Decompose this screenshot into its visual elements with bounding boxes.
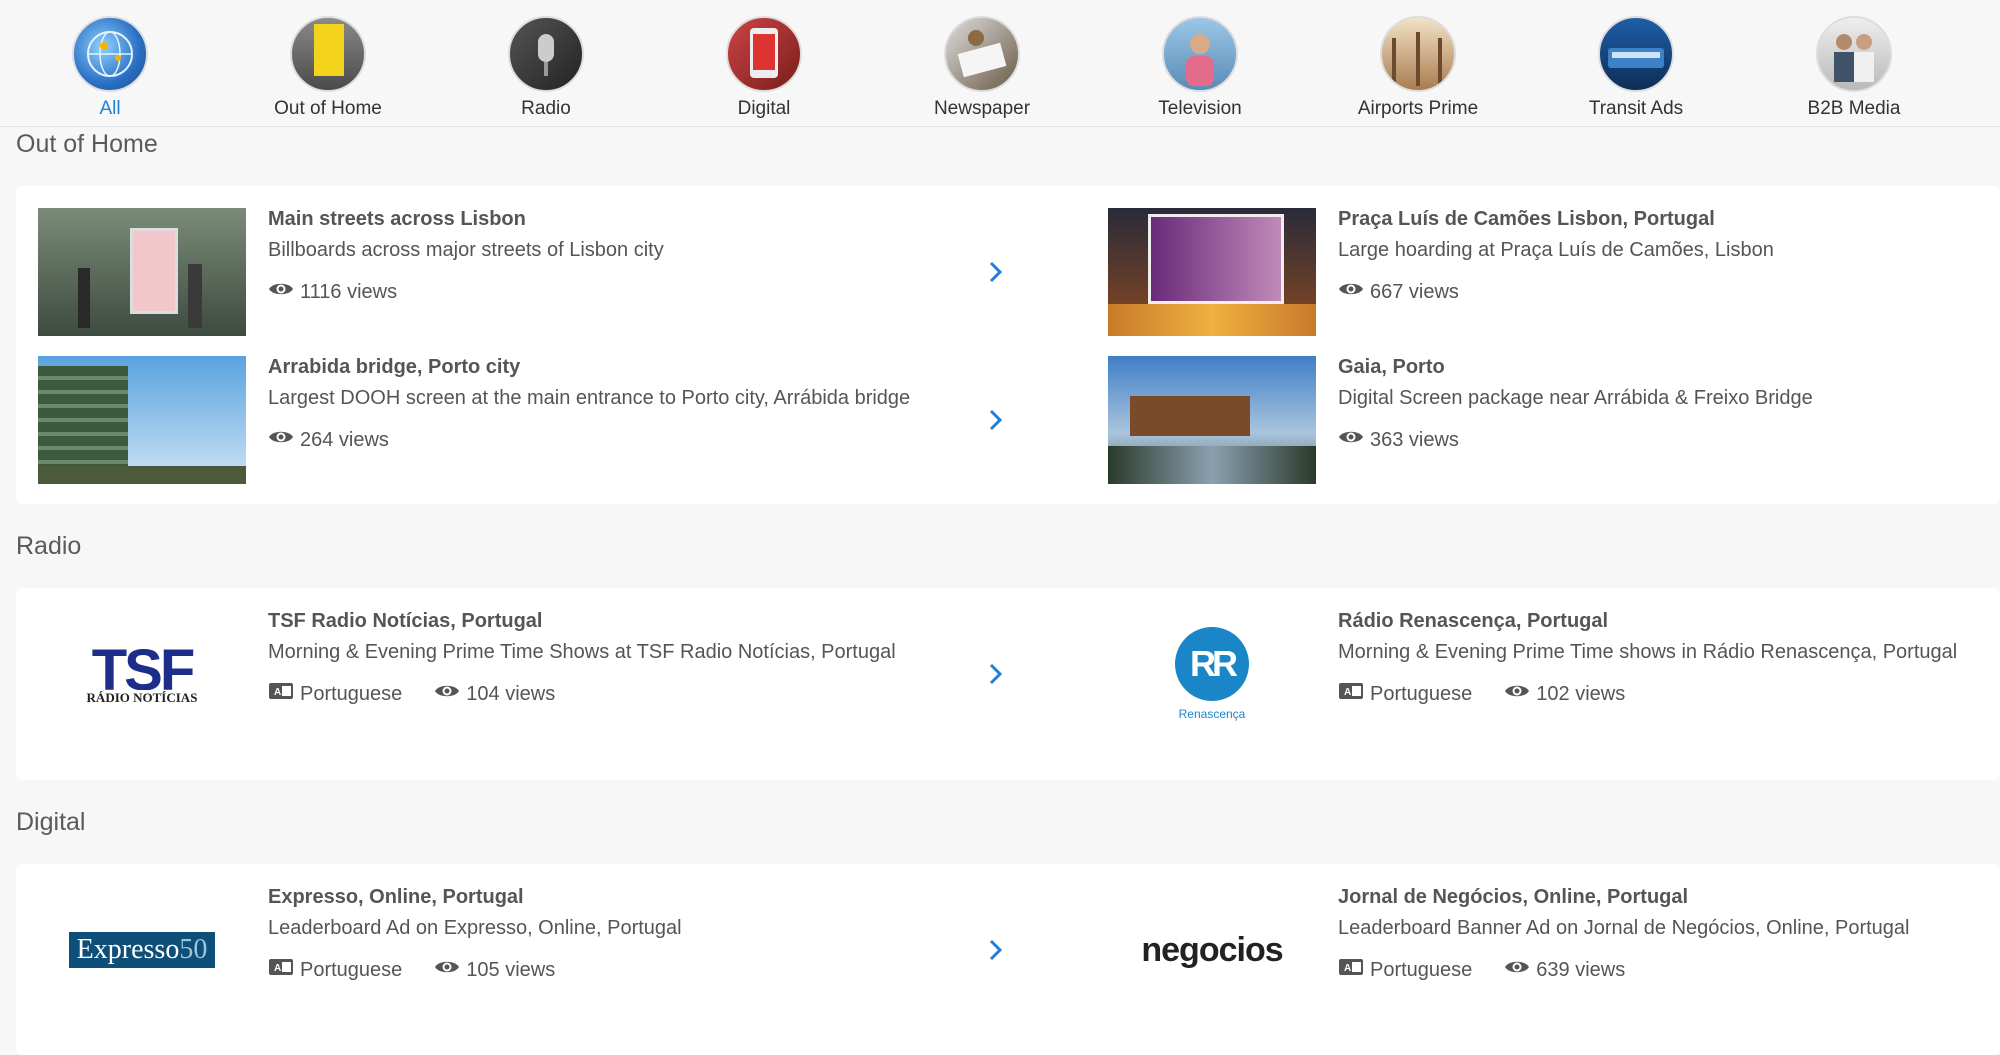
tv-icon (1162, 16, 1238, 92)
language-label: Portuguese (300, 958, 403, 981)
ooh-panel: Main streets across Lisbon Billboards ac… (16, 186, 2000, 504)
language-icon: A (1338, 958, 1364, 982)
category-bar: All Out of Home Radio Digital Newspaper … (0, 0, 2000, 127)
svg-text:A: A (274, 963, 281, 974)
listing-desc: Large hoarding at Praça Luís de Camões, … (1338, 239, 1774, 261)
list-item[interactable]: Main streets across Lisbon Billboards ac… (38, 208, 1078, 336)
list-item[interactable]: TSF RÁDIO NOTÍCIAS TSF Radio Notícias, P… (38, 610, 1078, 738)
negocios-logo: negocios (1141, 930, 1283, 969)
globe-icon (72, 16, 148, 92)
listing-title[interactable]: Praça Luís de Camões Lisbon, Portugal (1338, 208, 1774, 231)
view-count: 667 views (1370, 280, 1459, 303)
listing-title[interactable]: Jornal de Negócios, Online, Portugal (1338, 886, 1910, 909)
category-label: Digital (737, 98, 791, 119)
svg-text:A: A (274, 687, 281, 698)
svg-text:A: A (1344, 687, 1351, 698)
eye-icon (1338, 428, 1364, 452)
language-icon: A (268, 958, 294, 982)
svg-text:A: A (1344, 963, 1351, 974)
category-newspaper[interactable]: Newspaper (882, 16, 1082, 120)
eye-icon (434, 958, 460, 982)
category-radio[interactable]: Radio (446, 16, 646, 120)
section-title-radio: Radio (16, 532, 82, 560)
listing-desc: Leaderboard Banner Ad on Jornal de Negóc… (1338, 917, 1910, 939)
list-item[interactable]: Expresso 50 Expresso, Online, Portugal L… (38, 886, 1078, 1014)
category-label: Airports Prime (1357, 98, 1479, 119)
category-label: Transit Ads (1588, 98, 1684, 119)
listing-title[interactable]: TSF Radio Notícias, Portugal (268, 610, 896, 633)
phone-icon (726, 16, 802, 92)
listing-desc: Morning & Evening Prime Time Shows at TS… (268, 641, 896, 663)
category-b2b-media[interactable]: B2B Media (1754, 16, 1954, 120)
language-icon: A (1338, 682, 1364, 706)
section-title-digital: Digital (16, 808, 86, 836)
digital-panel: Expresso 50 Expresso, Online, Portugal L… (16, 864, 2000, 1055)
chevron-right-icon[interactable] (986, 936, 1006, 964)
list-item[interactable]: Gaia, Porto Digital Screen package near … (1108, 356, 1978, 484)
language-label: Portuguese (300, 682, 403, 705)
airport-icon (1380, 16, 1456, 92)
category-label: Radio (521, 98, 571, 119)
language-icon: A (268, 682, 294, 706)
eye-icon (1504, 682, 1530, 706)
expresso-logo: Expresso 50 (38, 886, 246, 1014)
eye-icon (1504, 958, 1530, 982)
chevron-right-icon[interactable] (986, 660, 1006, 688)
list-item[interactable]: Praça Luís de Camões Lisbon, Portugal La… (1108, 208, 1978, 336)
chevron-right-icon[interactable] (986, 258, 1006, 286)
view-count: 105 views (466, 958, 556, 981)
category-label: Out of Home (274, 98, 382, 119)
view-count: 102 views (1536, 682, 1626, 705)
b2b-icon (1816, 16, 1892, 92)
listing-image (1108, 356, 1316, 484)
category-label: Television (1158, 98, 1242, 119)
section-title-ooh: Out of Home (16, 130, 158, 158)
eye-icon (268, 280, 294, 304)
listing-desc: Largest DOOH screen at the main entrance… (268, 387, 911, 409)
eye-icon (434, 682, 460, 706)
listing-image (1108, 208, 1316, 336)
listing-title[interactable]: Expresso, Online, Portugal (268, 886, 682, 909)
category-label: Newspaper (933, 98, 1031, 119)
radio-panel: TSF RÁDIO NOTÍCIAS TSF Radio Notícias, P… (16, 588, 2000, 780)
category-television[interactable]: Television (1100, 16, 1300, 120)
category-digital[interactable]: Digital (664, 16, 864, 120)
listing-title[interactable]: Gaia, Porto (1338, 356, 1813, 379)
bus-icon (1598, 16, 1674, 92)
view-count: 104 views (466, 682, 556, 705)
category-label: All (99, 98, 121, 119)
view-count: 264 views (300, 428, 389, 451)
listing-title[interactable]: Arrabida bridge, Porto city (268, 356, 910, 379)
listing-desc: Morning & Evening Prime Time shows in Rá… (1338, 641, 1958, 663)
microphone-icon (508, 16, 584, 92)
newspaper-icon (944, 16, 1020, 92)
list-item[interactable]: negocios Jornal de Negócios, Online, Por… (1108, 886, 1978, 1014)
view-count: 639 views (1536, 958, 1626, 981)
tsf-logo: TSF RÁDIO NOTÍCIAS (86, 638, 198, 706)
language-label: Portuguese (1370, 682, 1473, 705)
view-count: 1116 views (300, 280, 398, 303)
renascenca-logo: RR Renascença (1108, 610, 1316, 738)
view-count: 363 views (1370, 428, 1459, 451)
category-transit-ads[interactable]: Transit Ads (1536, 16, 1736, 120)
eye-icon (268, 428, 294, 452)
listing-image (38, 356, 246, 484)
category-label: B2B Media (1807, 98, 1901, 119)
listing-desc: Leaderboard Ad on Expresso, Online, Port… (268, 917, 682, 939)
listing-title[interactable]: Rádio Renascença, Portugal (1338, 610, 1957, 633)
listing-desc: Billboards across major streets of Lisbo… (268, 239, 664, 261)
category-airports-prime[interactable]: Airports Prime (1318, 16, 1518, 120)
category-out-of-home[interactable]: Out of Home (228, 16, 428, 120)
category-all[interactable]: All (10, 16, 210, 120)
chevron-right-icon[interactable] (986, 406, 1006, 434)
listing-image (38, 208, 246, 336)
listing-desc: Digital Screen package near Arrábida & F… (1338, 387, 1813, 409)
listing-title[interactable]: Main streets across Lisbon (268, 208, 664, 231)
billboard-icon (290, 16, 366, 92)
list-item[interactable]: RR Renascença Rádio Renascença, Portugal… (1108, 610, 1978, 738)
language-label: Portuguese (1370, 958, 1473, 981)
eye-icon (1338, 280, 1364, 304)
list-item[interactable]: Arrabida bridge, Porto city Largest DOOH… (38, 356, 1078, 484)
